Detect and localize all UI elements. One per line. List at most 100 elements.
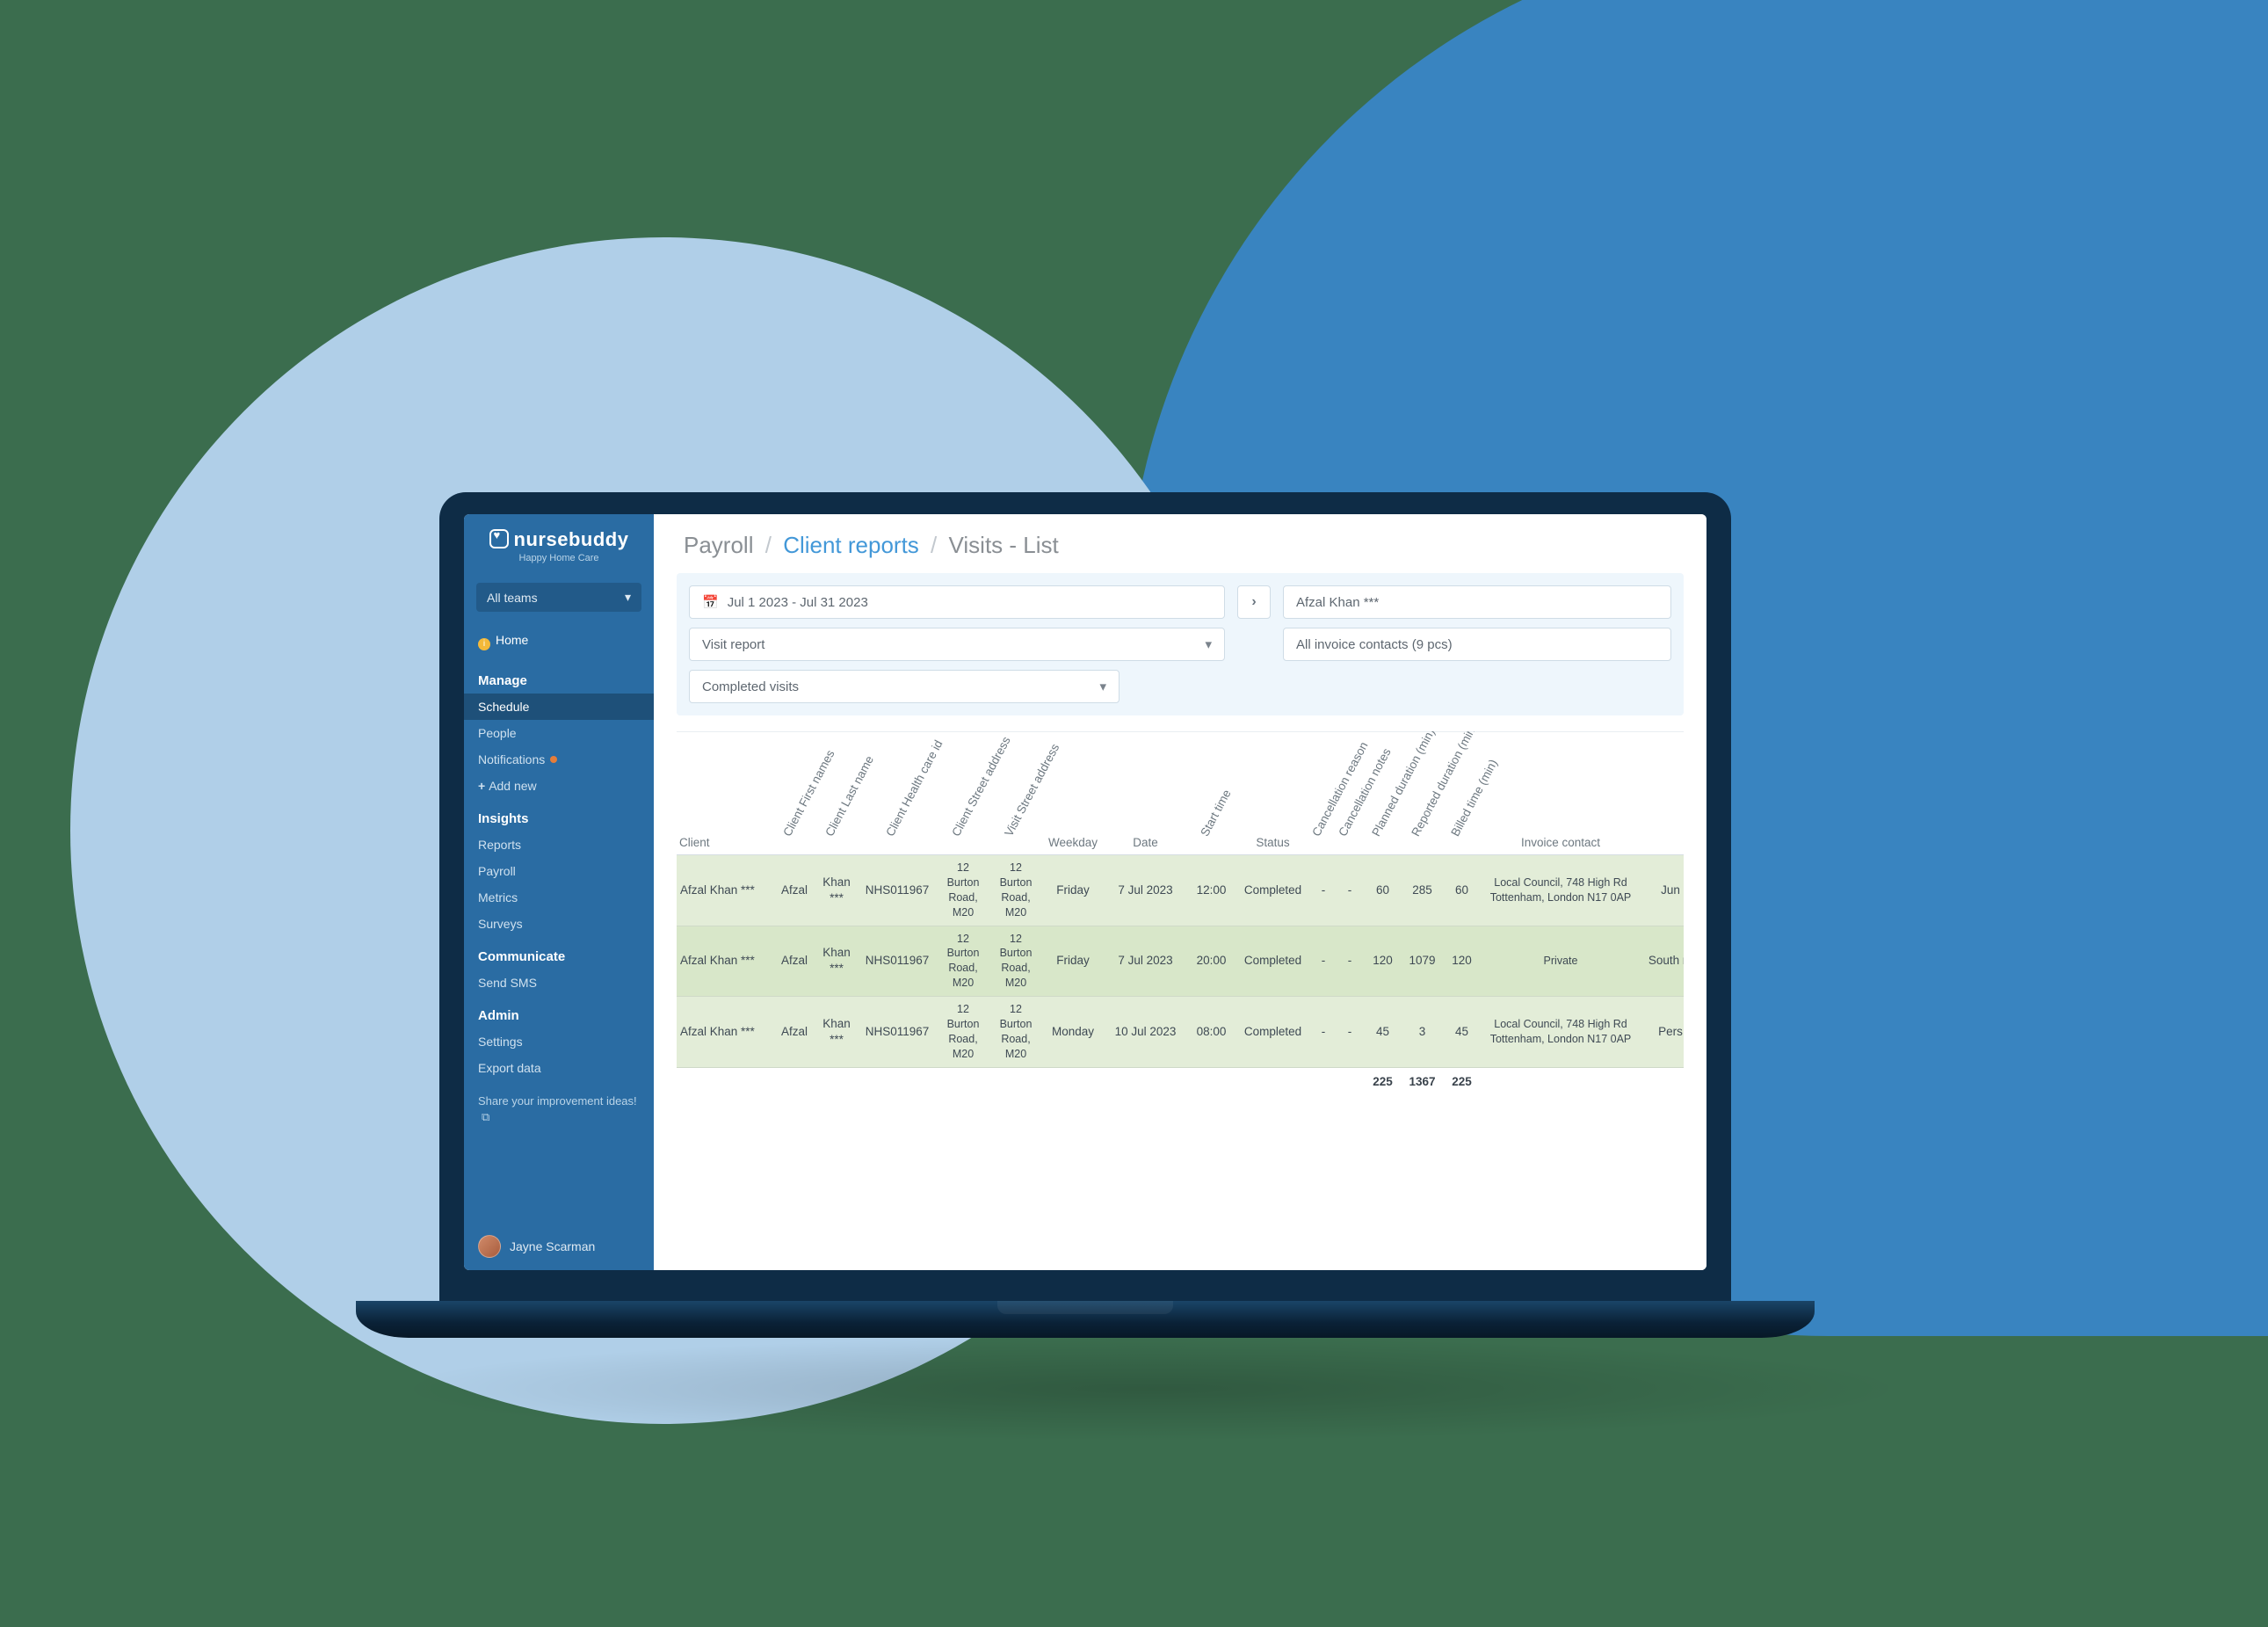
current-user[interactable]: Jayne Scarman [464, 1223, 654, 1270]
sidebar-item-payroll[interactable]: Payroll [464, 858, 654, 884]
table-row[interactable]: Afzal Khan ***AfzalKhan ***NHS01196712 B… [677, 855, 1684, 926]
totals-cell [815, 1067, 858, 1095]
table-body: Afzal Khan ***AfzalKhan ***NHS01196712 B… [677, 855, 1684, 1068]
crumb-client-reports[interactable]: Client reports [783, 532, 919, 558]
sidebar-item-export-data[interactable]: Export data [464, 1055, 654, 1081]
col-header[interactable]: Cancellation notes [1337, 732, 1363, 855]
feedback-label: Share your improvement ideas! [478, 1094, 637, 1108]
col-header[interactable]: Status [1235, 732, 1310, 855]
sidebar-item-surveys[interactable]: Surveys [464, 911, 654, 937]
external-link-icon: ⧉ [482, 1110, 489, 1123]
col-header[interactable]: Client Street address [937, 732, 989, 855]
nav-home[interactable]: i Home [464, 622, 654, 661]
next-period-button[interactable]: › [1237, 585, 1271, 619]
table-cell: 10 Jul 2023 [1104, 997, 1187, 1068]
col-header[interactable]: Planned duration (min) [1363, 732, 1402, 855]
heart-chat-icon [489, 529, 509, 548]
report-type-value: Visit report [702, 637, 764, 652]
totals-cell [1482, 1067, 1640, 1095]
totals-cell [1640, 1067, 1684, 1095]
col-header[interactable] [1640, 732, 1684, 855]
crumb-payroll[interactable]: Payroll [684, 532, 753, 558]
col-header[interactable]: Date [1104, 732, 1187, 855]
table-cell: 7 Jul 2023 [1104, 855, 1187, 926]
col-header-label: Invoice contact [1521, 836, 1600, 849]
col-header[interactable]: Start time [1187, 732, 1235, 855]
client-filter-input[interactable] [1296, 595, 1658, 610]
table-totals-row: 2251367225 [677, 1067, 1684, 1095]
table-cell: 12 Burton Road, M20 [989, 926, 1042, 997]
table-cell: 12 Burton Road, M20 [937, 855, 989, 926]
table-cell: Afzal Khan *** [677, 926, 773, 997]
col-header-label: Status [1256, 836, 1289, 849]
sidebar-item-settings[interactable]: Settings [464, 1028, 654, 1055]
col-header[interactable]: Cancellation reason [1310, 732, 1337, 855]
table-cell: Afzal [773, 997, 815, 1068]
avatar [478, 1235, 501, 1258]
col-header[interactable]: Reported duration (min) [1402, 732, 1442, 855]
table-cell: 60 [1442, 855, 1482, 926]
totals-cell [858, 1067, 937, 1095]
table-cell: 60 [1363, 855, 1402, 926]
table-cell: 12 Burton Road, M20 [937, 926, 989, 997]
totals-cell [937, 1067, 989, 1095]
sidebar-item-metrics[interactable]: Metrics [464, 884, 654, 911]
col-header[interactable]: Invoice contact [1482, 732, 1640, 855]
brand-tagline: Happy Home Care [464, 553, 654, 563]
date-range-value: Jul 1 2023 - Jul 31 2023 [728, 595, 868, 610]
table-cell: 3 [1402, 997, 1442, 1068]
report-type-select[interactable]: Visit report ▾ [689, 628, 1225, 661]
table-cell: 45 [1442, 997, 1482, 1068]
invoice-contacts-select[interactable]: All invoice contacts (9 pcs) [1283, 628, 1671, 661]
laptop-frame: nursebuddy Happy Home Care All teams ▾ i… [439, 492, 1731, 1338]
filter-panel: 📅 Jul 1 2023 - Jul 31 2023 › Visit repor… [677, 573, 1684, 715]
table-cell: Afzal Khan *** [677, 997, 773, 1068]
table-cell: South m [1640, 926, 1684, 997]
table-row[interactable]: Afzal Khan ***AfzalKhan ***NHS01196712 B… [677, 997, 1684, 1068]
col-header[interactable]: Client Health care id [858, 732, 937, 855]
table-cell: 08:00 [1187, 997, 1235, 1068]
col-header[interactable]: Client First names [773, 732, 815, 855]
table-cell: Khan *** [815, 855, 858, 926]
sidebar-item-reports[interactable]: Reports [464, 832, 654, 858]
table-cell: Completed [1235, 855, 1310, 926]
col-header[interactable]: Billed time (min) [1442, 732, 1482, 855]
nav-home-label: Home [496, 633, 528, 647]
table-cell: Khan *** [815, 926, 858, 997]
table-row[interactable]: Afzal Khan ***AfzalKhan ***NHS01196712 B… [677, 926, 1684, 997]
totals-cell [1235, 1067, 1310, 1095]
team-selector[interactable]: All teams ▾ [476, 583, 641, 612]
sidebar-item-send-sms[interactable]: Send SMS [464, 970, 654, 996]
sidebar-item-label: Settings [478, 1035, 523, 1049]
col-header[interactable]: Client [677, 732, 773, 855]
client-filter[interactable] [1283, 585, 1671, 619]
table-cell: Afzal Khan *** [677, 855, 773, 926]
sidebar: nursebuddy Happy Home Care All teams ▾ i… [464, 514, 654, 1270]
col-header-label: Weekday [1048, 836, 1098, 849]
plus-icon: + [478, 779, 485, 793]
main-content: Payroll / Client reports / Visits - List… [654, 514, 1706, 1270]
sidebar-item-schedule[interactable]: Schedule [464, 694, 654, 720]
table-cell: - [1337, 997, 1363, 1068]
totals-cell: 225 [1442, 1067, 1482, 1095]
table-cell: 20:00 [1187, 926, 1235, 997]
laptop-base [356, 1301, 1815, 1338]
col-header[interactable]: Visit Street address [989, 732, 1042, 855]
sidebar-item-add-new[interactable]: +Add new [464, 773, 654, 799]
feedback-link[interactable]: Share your improvement ideas! ⧉ [464, 1081, 654, 1137]
date-range-picker[interactable]: 📅 Jul 1 2023 - Jul 31 2023 [689, 585, 1225, 619]
col-header[interactable]: Client Last name [815, 732, 858, 855]
sidebar-item-people[interactable]: People [464, 720, 654, 746]
notification-dot-icon [550, 756, 557, 763]
info-dot-icon: i [478, 638, 490, 650]
table-cell: 45 [1363, 997, 1402, 1068]
totals-cell: 225 [1363, 1067, 1402, 1095]
table-cell: Jun [1640, 855, 1684, 926]
crumb-sep: / [931, 532, 937, 558]
chevron-down-icon: ▾ [1205, 636, 1212, 652]
sidebar-item-notifications[interactable]: Notifications [464, 746, 654, 773]
col-header-label: Date [1133, 836, 1158, 849]
col-header[interactable]: Weekday [1042, 732, 1104, 855]
section-communicate: Communicate [464, 937, 654, 970]
status-select[interactable]: Completed visits ▾ [689, 670, 1120, 703]
